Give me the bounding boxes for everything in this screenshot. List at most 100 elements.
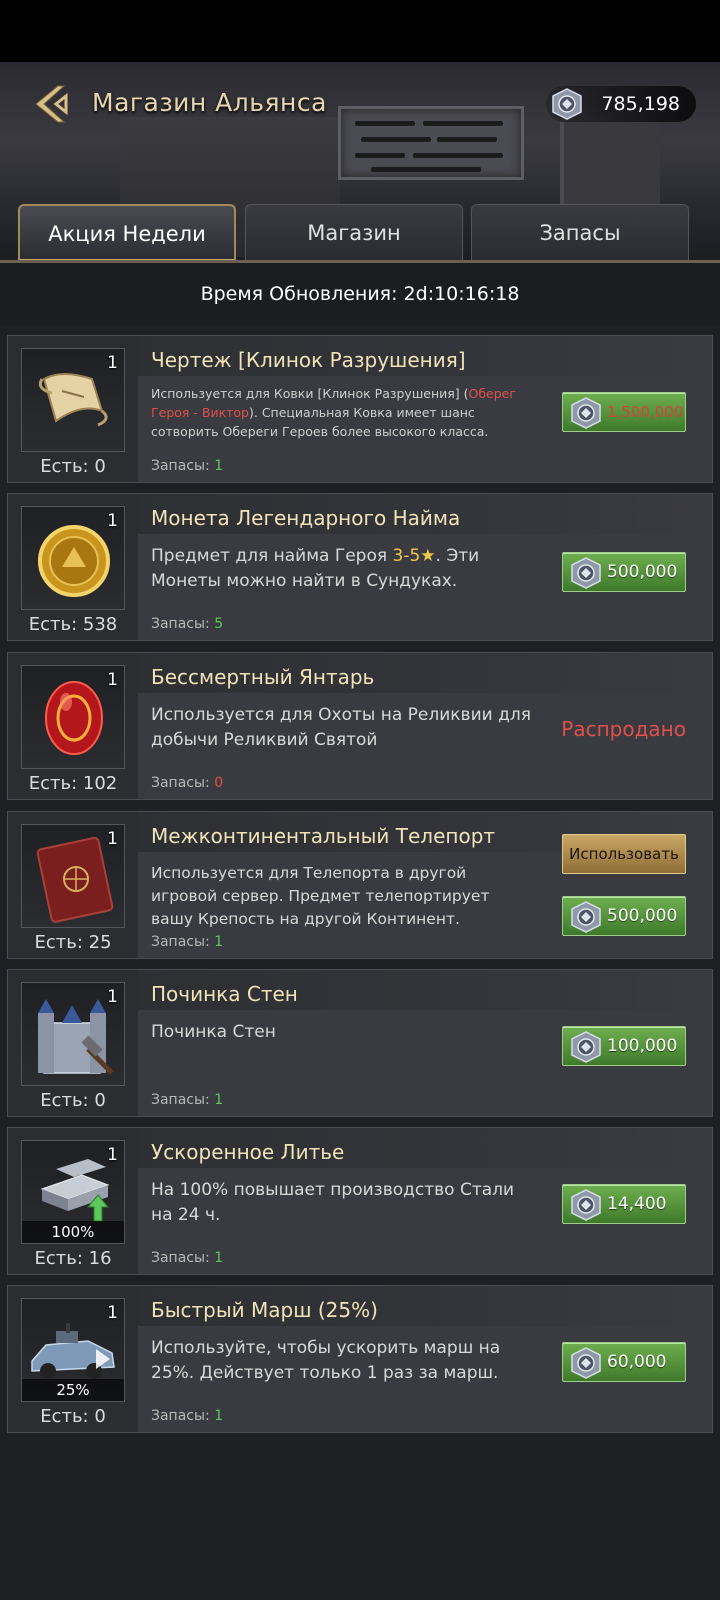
item-description: Используется для Охоты на Реликвии для д… [151, 705, 531, 750]
weapon-rack-image [338, 106, 524, 180]
alliance-coin-icon [571, 397, 601, 429]
alliance-coin-icon [571, 1189, 601, 1221]
buy-button[interactable]: 100,000 [562, 1026, 686, 1066]
stock-prefix: Запасы: [151, 1408, 215, 1424]
stock-label: Запасы: 1 [151, 1092, 223, 1108]
price-value: 500,000 [607, 562, 678, 582]
shop-item-card: 1 Есть: 538 Монета Легендарного Найма Пр… [7, 493, 713, 641]
item-icon-panel: 1 100% Есть: 16 [8, 1128, 138, 1274]
stock-prefix: Запасы: [151, 1250, 215, 1266]
stock-prefix: Запасы: [151, 934, 215, 950]
back-button[interactable] [28, 82, 72, 126]
item-icon-panel: 1 Есть: 0 [8, 970, 138, 1116]
desc-text: Предмет для найма Героя [151, 546, 393, 566]
item-description: Используется для Ковки [Клинок Разрушени… [151, 384, 533, 441]
tab-supplies[interactable]: Запасы [471, 204, 689, 262]
stock-label: Запасы: 1 [151, 1250, 223, 1266]
sold-out-label: Распродано [561, 717, 686, 741]
item-name: Починка Стен [151, 982, 298, 1006]
item-quantity: 1 [107, 511, 118, 531]
owned-count: Есть: 0 [40, 456, 106, 477]
item-name: Монета Легендарного Найма [151, 506, 461, 530]
item-quantity: 1 [107, 1145, 118, 1165]
owned-count: Есть: 0 [40, 1090, 106, 1111]
alliance-coin-icon [571, 1031, 601, 1063]
item-icon-panel: 1 25% Есть: 0 [8, 1286, 138, 1432]
buy-button[interactable]: 1,500,000 [562, 392, 686, 432]
tab-bar: Акция Недели Магазин Запасы [0, 200, 720, 262]
item-quantity: 1 [107, 987, 118, 1007]
item-quantity: 1 [107, 1303, 118, 1323]
item-name: Чертеж [Клинок Разрушения] [151, 348, 466, 372]
stock-label: Запасы: 1 [151, 934, 223, 950]
owned-count: Есть: 16 [34, 1248, 112, 1269]
owned-count: Есть: 25 [34, 932, 112, 953]
tab-shop[interactable]: Магазин [245, 204, 463, 262]
buy-button[interactable]: 500,000 [562, 552, 686, 592]
stock-value: 1 [214, 934, 224, 950]
shop-item-card: 1 Есть: 102 Бессмертный Янтарь Используе… [7, 652, 713, 800]
owned-count: Есть: 102 [28, 773, 118, 794]
price-value: 500,000 [607, 906, 678, 926]
shop-item-card: 1 100% Есть: 16 Ускоренное Литье На 100%… [7, 1127, 713, 1275]
item-quantity: 1 [107, 670, 118, 690]
currency-value: 785,198 [601, 93, 680, 115]
stock-label: Запасы: 1 [151, 458, 223, 474]
owned-count: Есть: 0 [40, 1406, 106, 1427]
price-value: 14,400 [607, 1194, 667, 1214]
shop-item-card: 1 Есть: 0 Чертеж [Клинок Разрушения] Исп… [7, 335, 713, 483]
stock-value: 1 [214, 458, 224, 474]
stock-label: Запасы: 1 [151, 1408, 223, 1424]
shop-item-card: 1 25% Есть: 0 Быстрый Марш (25%) Использ… [7, 1285, 713, 1433]
alliance-coin-icon [571, 1347, 601, 1379]
item-icon-panel: 1 Есть: 538 [8, 494, 138, 640]
item-icon-frame: 1 [21, 348, 125, 452]
item-icon-panel: 1 Есть: 102 [8, 653, 138, 799]
desc-text: Используется для Ковки [Клинок Разрушени… [151, 386, 469, 401]
stock-value: 1 [214, 1408, 224, 1424]
item-icon-frame: 1 100% [21, 1140, 125, 1244]
alliance-coin-icon [571, 901, 601, 933]
page-title: Магазин Альянса [92, 88, 327, 117]
item-quantity: 1 [107, 829, 118, 849]
stock-value: 1 [214, 1092, 224, 1108]
status-bar [0, 0, 720, 62]
item-description: Предмет для найма Героя 3-5★. Эти Монеты… [151, 544, 533, 594]
item-icon-frame: 1 25% [21, 1298, 125, 1402]
owned-count: Есть: 538 [28, 614, 118, 635]
tab-weekly-deal[interactable]: Акция Недели [18, 204, 236, 262]
boost-percent-label: 100% [22, 1221, 124, 1243]
stock-value: 1 [214, 1250, 224, 1266]
item-name: Ускоренное Литье [151, 1140, 345, 1164]
alliance-coin-icon [571, 557, 601, 589]
stock-value: 0 [214, 775, 224, 791]
item-description: Используйте, чтобы ускорить марш на 25%.… [151, 1338, 501, 1383]
item-icon-frame: 1 [21, 982, 125, 1086]
buy-button[interactable]: 14,400 [562, 1184, 686, 1224]
item-description: На 100% повышает производство Стали на 2… [151, 1180, 515, 1225]
item-icon-frame: 1 [21, 506, 125, 610]
use-button[interactable]: Использовать [562, 834, 686, 874]
item-name: Быстрый Марш (25%) [151, 1298, 378, 1322]
buy-button[interactable]: 500,000 [562, 896, 686, 936]
item-name: Межконтинентальный Телепорт [151, 824, 496, 848]
item-icon-frame: 1 [21, 824, 125, 928]
item-description: Починка Стен [151, 1022, 276, 1042]
buy-button[interactable]: 60,000 [562, 1342, 686, 1382]
price-value: 1,500,000 [607, 403, 684, 421]
stock-label: Запасы: 0 [151, 775, 223, 791]
item-description: Используется для Телепорта в другой игро… [151, 864, 490, 928]
price-value: 100,000 [607, 1036, 678, 1056]
price-value: 60,000 [607, 1352, 667, 1372]
stock-prefix: Запасы: [151, 616, 215, 632]
desc-highlight: 3-5★ [392, 546, 436, 566]
currency-display: 785,198 [546, 86, 696, 122]
shop-item-card: 1 Есть: 25 Межконтинентальный Телепорт И… [7, 811, 713, 959]
shop-item-card: 1 Есть: 0 Починка Стен Починка Стен Запа… [7, 969, 713, 1117]
stock-prefix: Запасы: [151, 775, 215, 791]
boost-percent-label: 25% [22, 1379, 124, 1401]
item-icon-panel: 1 Есть: 25 [8, 812, 138, 958]
stock-prefix: Запасы: [151, 1092, 215, 1108]
stock-value: 5 [214, 616, 224, 632]
refresh-timer: Время Обновления: 2d:10:16:18 [0, 263, 720, 325]
